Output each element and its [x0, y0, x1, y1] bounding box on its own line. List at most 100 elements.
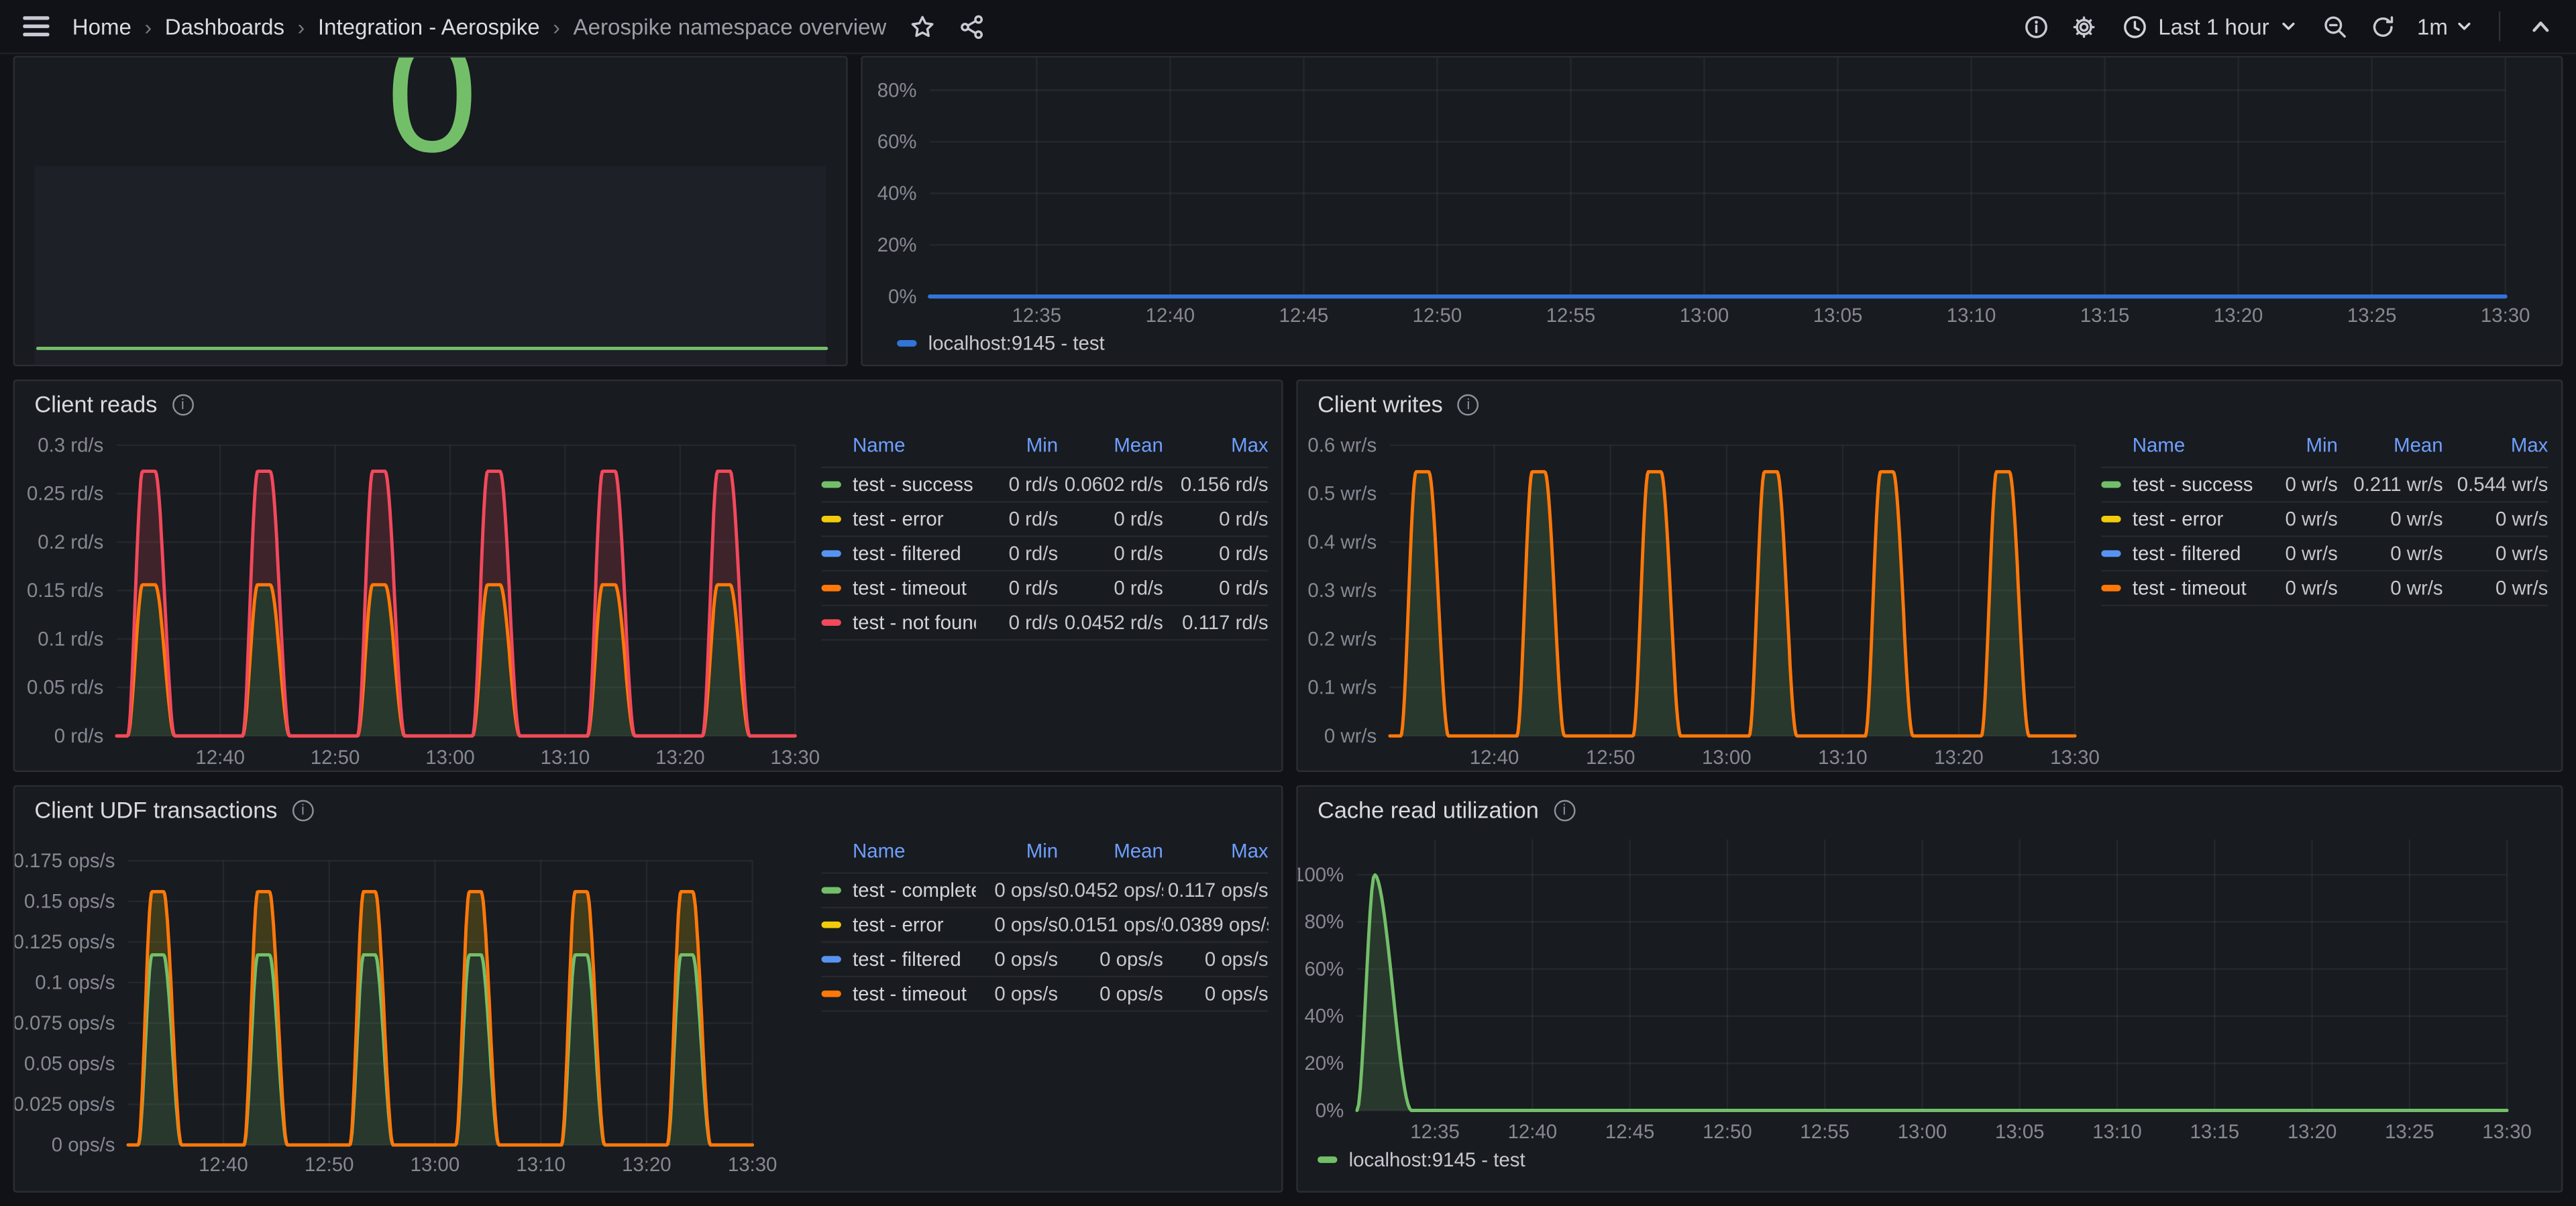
- series-fill: [117, 585, 795, 736]
- legend-col-max[interactable]: Max: [1163, 431, 1269, 468]
- legend-row[interactable]: test - filtered0 ops/s0 ops/s0 ops/s: [821, 942, 1268, 976]
- breadcrumb-dashboards[interactable]: Dashboards: [165, 14, 284, 39]
- refresh-icon: [2370, 14, 2395, 39]
- legend-series-name[interactable]: test - complete: [821, 873, 975, 908]
- gear-icon: [2072, 14, 2097, 39]
- dashboard-insights-button[interactable]: [2017, 7, 2057, 46]
- y-tick-label: 0.1 wr/s: [1307, 677, 1377, 699]
- legend-col-min[interactable]: Min: [2255, 431, 2337, 468]
- legend-series-name[interactable]: test - timeout: [2101, 571, 2255, 605]
- legend-swatch: [821, 921, 841, 928]
- legend-label: test - complete: [853, 879, 976, 901]
- availability-chart[interactable]: 12:3512:4012:4512:5012:5513:0013:0513:10…: [863, 58, 2561, 365]
- legend-col-max[interactable]: Max: [1163, 836, 1269, 873]
- legend-series-name[interactable]: test - not found: [821, 605, 975, 639]
- info-circle-icon[interactable]: [1554, 799, 1575, 820]
- menu-icon[interactable]: [16, 7, 56, 46]
- legend-series-name[interactable]: test - timeout: [821, 977, 975, 1011]
- panel-header[interactable]: Cache read utilization: [1318, 797, 1575, 823]
- legend-label: test - filtered: [853, 948, 961, 971]
- legend-series-name[interactable]: test - filtered: [821, 537, 975, 571]
- breadcrumb-home[interactable]: Home: [72, 14, 131, 39]
- y-tick-label: 0.175 ops/s: [15, 850, 115, 872]
- x-tick-label: 12:45: [1279, 305, 1329, 327]
- legend-row[interactable]: test - timeout0 wr/s0 wr/s0 wr/s: [2101, 571, 2548, 605]
- legend-max-value: 0.156 rd/s: [1163, 468, 1269, 502]
- breadcrumb-separator: ›: [284, 14, 318, 39]
- legend-col-mean[interactable]: Mean: [1058, 836, 1163, 873]
- legend-col-max[interactable]: Max: [2443, 431, 2548, 468]
- series-line: [117, 472, 795, 736]
- legend-min-value: 0 wr/s: [2255, 502, 2337, 536]
- legend-series-name[interactable]: test - error: [821, 908, 975, 942]
- legend-max-value: 0 rd/s: [1163, 502, 1269, 536]
- panel-header[interactable]: Client reads: [34, 391, 193, 417]
- zoom-out-time-button[interactable]: [2315, 7, 2355, 46]
- stat-sparkline-area: [34, 166, 826, 364]
- x-tick-label: 12:40: [1470, 747, 1519, 769]
- legend-series-name[interactable]: test - filtered: [821, 942, 975, 976]
- legend-row[interactable]: test - not found0 rd/s0.0452 rd/s0.117 r…: [821, 605, 1268, 639]
- y-tick-label: 0.125 ops/s: [15, 931, 115, 953]
- legend-row[interactable]: test - complete0 ops/s0.0452 ops/s0.117 …: [821, 873, 1268, 908]
- chevron-down-icon: [2456, 18, 2472, 34]
- info-circle-icon[interactable]: [292, 799, 313, 820]
- legend-row[interactable]: test - timeout0 rd/s0 rd/s0 rd/s: [821, 571, 1268, 605]
- legend-min-value: 0 rd/s: [976, 468, 1058, 502]
- legend-swatch: [2101, 584, 2121, 592]
- x-tick-label: 13:05: [1995, 1121, 2045, 1143]
- legend-min-value: 0 ops/s: [976, 908, 1058, 942]
- legend-series-name[interactable]: test - success: [2101, 468, 2255, 502]
- legend-row[interactable]: test - success0 wr/s0.211 wr/s0.544 wr/s: [2101, 468, 2548, 502]
- x-tick-label: 12:40: [1146, 305, 1195, 327]
- x-tick-label: 12:35: [1012, 305, 1062, 327]
- refresh-button[interactable]: [2363, 7, 2402, 46]
- collapse-nav-button[interactable]: [2520, 7, 2560, 46]
- legend-row[interactable]: test - error0 ops/s0.0151 ops/s0.0389 op…: [821, 908, 1268, 942]
- legend-item[interactable]: localhost:9145 - test: [897, 332, 1105, 355]
- legend-row[interactable]: test - success0 rd/s0.0602 rd/s0.156 rd/…: [821, 468, 1268, 502]
- legend-series-name[interactable]: test - success: [821, 468, 975, 502]
- panel-header[interactable]: Client UDF transactions: [34, 797, 313, 823]
- info-circle-icon[interactable]: [172, 394, 193, 415]
- legend-row[interactable]: test - timeout0 ops/s0 ops/s0 ops/s: [821, 977, 1268, 1011]
- panel-header[interactable]: Client writes: [1318, 391, 1479, 417]
- legend-series-name[interactable]: test - filtered: [2101, 537, 2255, 571]
- legend-row[interactable]: test - filtered0 wr/s0 wr/s0 wr/s: [2101, 537, 2548, 571]
- legend-col-mean[interactable]: Mean: [2338, 431, 2443, 468]
- client-writes-panel: Client writes 12:4012:5013:0013:1013:201…: [1296, 380, 2563, 772]
- y-tick-label: 0.2 wr/s: [1307, 628, 1377, 650]
- legend-swatch: [2101, 515, 2121, 523]
- legend-series-name[interactable]: test - error: [2101, 502, 2255, 536]
- series-line: [128, 955, 753, 1145]
- time-range-picker[interactable]: Last 1 hour: [2112, 7, 2307, 46]
- legend-col-mean[interactable]: Mean: [1058, 431, 1163, 468]
- legend-col-name[interactable]: Name: [821, 836, 975, 873]
- info-circle-icon[interactable]: [1458, 394, 1479, 415]
- breadcrumb-current-dashboard: Aerospike namespace overview: [574, 14, 887, 39]
- refresh-interval-picker[interactable]: 1m: [2410, 7, 2479, 46]
- x-tick-label: 13:05: [1813, 305, 1863, 327]
- star-button[interactable]: [903, 7, 943, 46]
- legend-series-name[interactable]: test - error: [821, 502, 975, 536]
- legend-col-name[interactable]: Name: [2101, 431, 2255, 468]
- legend-item[interactable]: localhost:9145 - test: [1318, 1148, 1525, 1171]
- legend-mean-value: 0.211 wr/s: [2338, 468, 2443, 502]
- breadcrumb-folder[interactable]: Integration - Aerospike: [318, 14, 540, 39]
- cache-read-chart[interactable]: 12:3512:4012:4512:5012:5513:0013:0513:10…: [1298, 787, 2561, 1191]
- x-tick-label: 13:00: [1898, 1121, 1947, 1143]
- legend-row[interactable]: test - filtered0 rd/s0 rd/s0 rd/s: [821, 537, 1268, 571]
- legend-row[interactable]: test - error0 wr/s0 wr/s0 wr/s: [2101, 502, 2548, 536]
- top-nav: Home › Dashboards › Integration - Aerosp…: [0, 0, 2576, 54]
- legend-series-name[interactable]: test - timeout: [821, 571, 975, 605]
- dashboard-settings-button[interactable]: [2065, 7, 2104, 46]
- y-tick-label: 0.4 wr/s: [1307, 531, 1377, 553]
- legend-max-value: 0 rd/s: [1163, 537, 1269, 571]
- legend-col-name[interactable]: Name: [821, 431, 975, 468]
- y-tick-label: 0.3 rd/s: [38, 434, 103, 456]
- legend-col-min[interactable]: Min: [976, 836, 1058, 873]
- legend-col-min[interactable]: Min: [976, 431, 1058, 468]
- legend-row[interactable]: test - error0 rd/s0 rd/s0 rd/s: [821, 502, 1268, 536]
- y-tick-label: 0.3 wr/s: [1307, 580, 1377, 602]
- share-button[interactable]: [952, 7, 991, 46]
